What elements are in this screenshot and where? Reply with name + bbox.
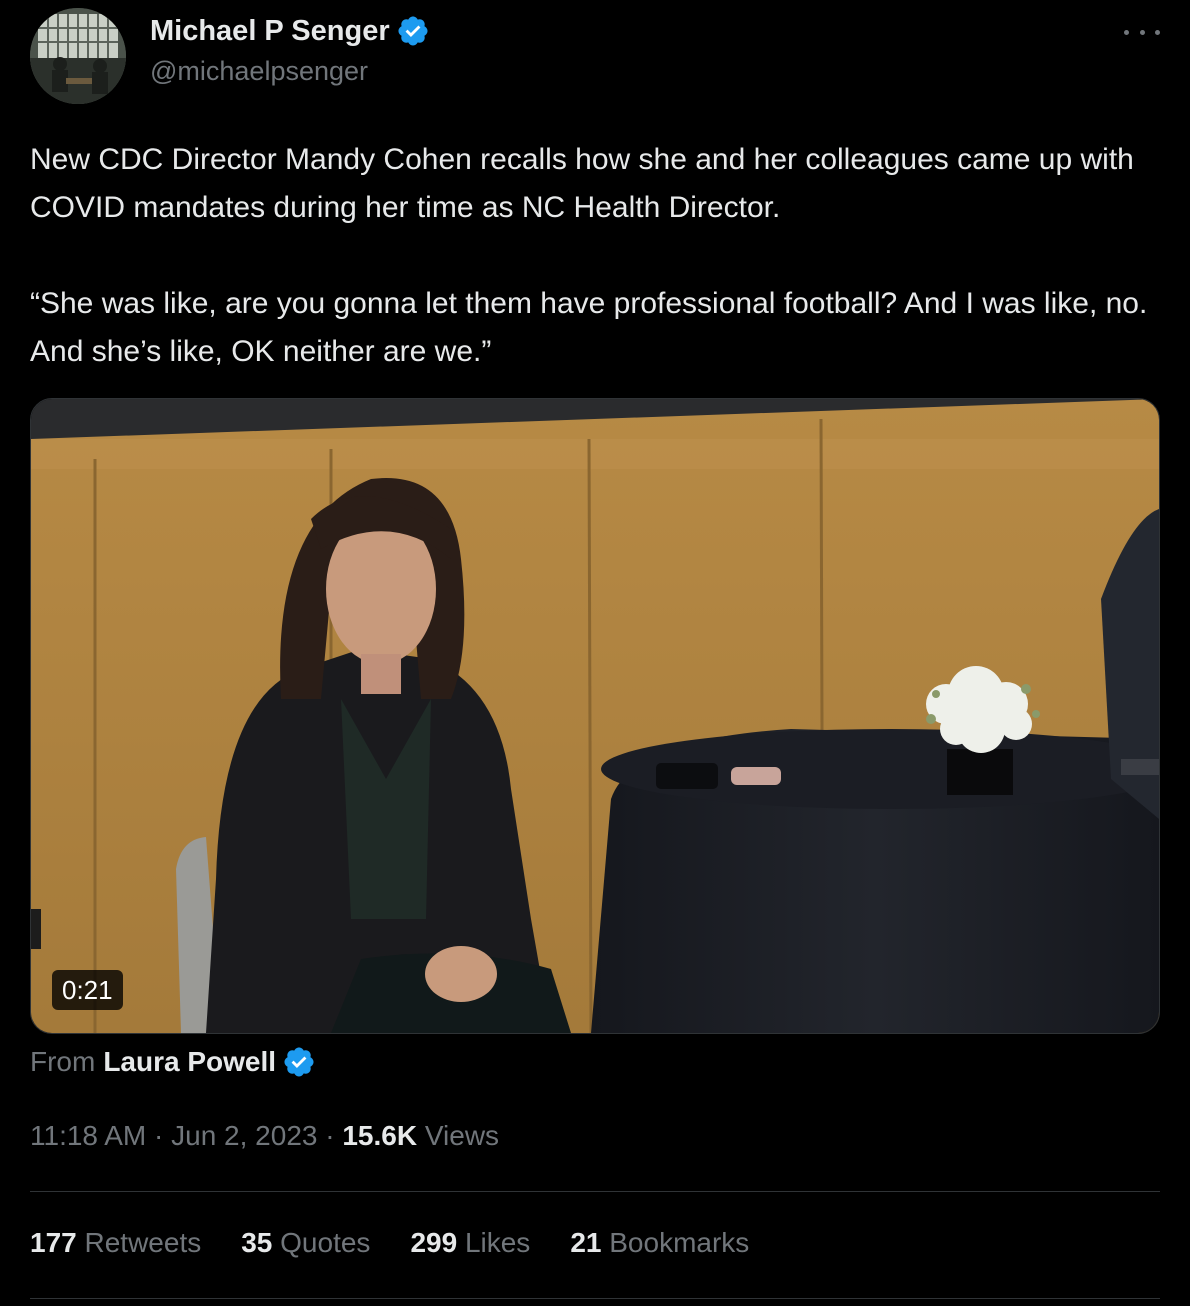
divider	[30, 1298, 1160, 1299]
engagement-stats: 177 Retweets 35 Quotes 299 Likes 21 Book…	[30, 1227, 749, 1259]
likes-count: 299	[410, 1227, 458, 1258]
retweets-label: Retweets	[84, 1227, 202, 1258]
avatar-image	[30, 8, 126, 104]
author-name-row[interactable]: Michael P Senger	[150, 14, 430, 48]
meta-separator: ·	[154, 1120, 164, 1151]
source-prefix: From	[30, 1046, 96, 1077]
views-label: Views	[424, 1120, 500, 1151]
bookmarks-count: 21	[570, 1227, 602, 1258]
author-handle[interactable]: @michaelpsenger	[150, 56, 368, 87]
quotes-count: 35	[241, 1227, 273, 1258]
more-options-icon[interactable]	[1124, 22, 1160, 42]
source-author-link[interactable]: Laura Powell	[103, 1046, 276, 1078]
tweet-date[interactable]: Jun 2, 2023	[171, 1120, 317, 1151]
tweet-paragraph: “She was like, are you gonna let them ha…	[30, 287, 1148, 368]
video-duration-badge: 0:21	[52, 970, 123, 1010]
bookmarks-label: Bookmarks	[609, 1227, 750, 1258]
tweet-paragraph: New CDC Director Mandy Cohen recalls how…	[30, 143, 1134, 224]
views-count: 15.6K	[342, 1120, 418, 1151]
bookmarks-stat[interactable]: 21 Bookmarks	[570, 1227, 749, 1259]
author-name[interactable]: Michael P Senger	[150, 15, 390, 48]
verified-badge-icon	[282, 1045, 316, 1079]
likes-label: Likes	[464, 1227, 531, 1258]
retweets-count: 177	[30, 1227, 77, 1258]
video-frame	[31, 399, 1159, 1033]
tweet-meta: 11:18 AM · Jun 2, 2023 · 15.6K Views	[30, 1120, 499, 1152]
author-avatar[interactable]	[30, 8, 126, 104]
quotes-stat[interactable]: 35 Quotes	[241, 1227, 370, 1259]
likes-stat[interactable]: 299 Likes	[410, 1227, 530, 1259]
tweet-text: New CDC Director Mandy Cohen recalls how…	[30, 136, 1150, 376]
video-player[interactable]	[30, 398, 1160, 1034]
divider	[30, 1191, 1160, 1192]
video-source: From Laura Powell	[30, 1045, 316, 1079]
retweets-stat[interactable]: 177 Retweets	[30, 1227, 201, 1259]
meta-separator: ·	[325, 1120, 335, 1151]
quotes-label: Quotes	[280, 1227, 371, 1258]
tweet-time[interactable]: 11:18 AM	[30, 1120, 146, 1151]
verified-badge-icon	[396, 14, 430, 48]
